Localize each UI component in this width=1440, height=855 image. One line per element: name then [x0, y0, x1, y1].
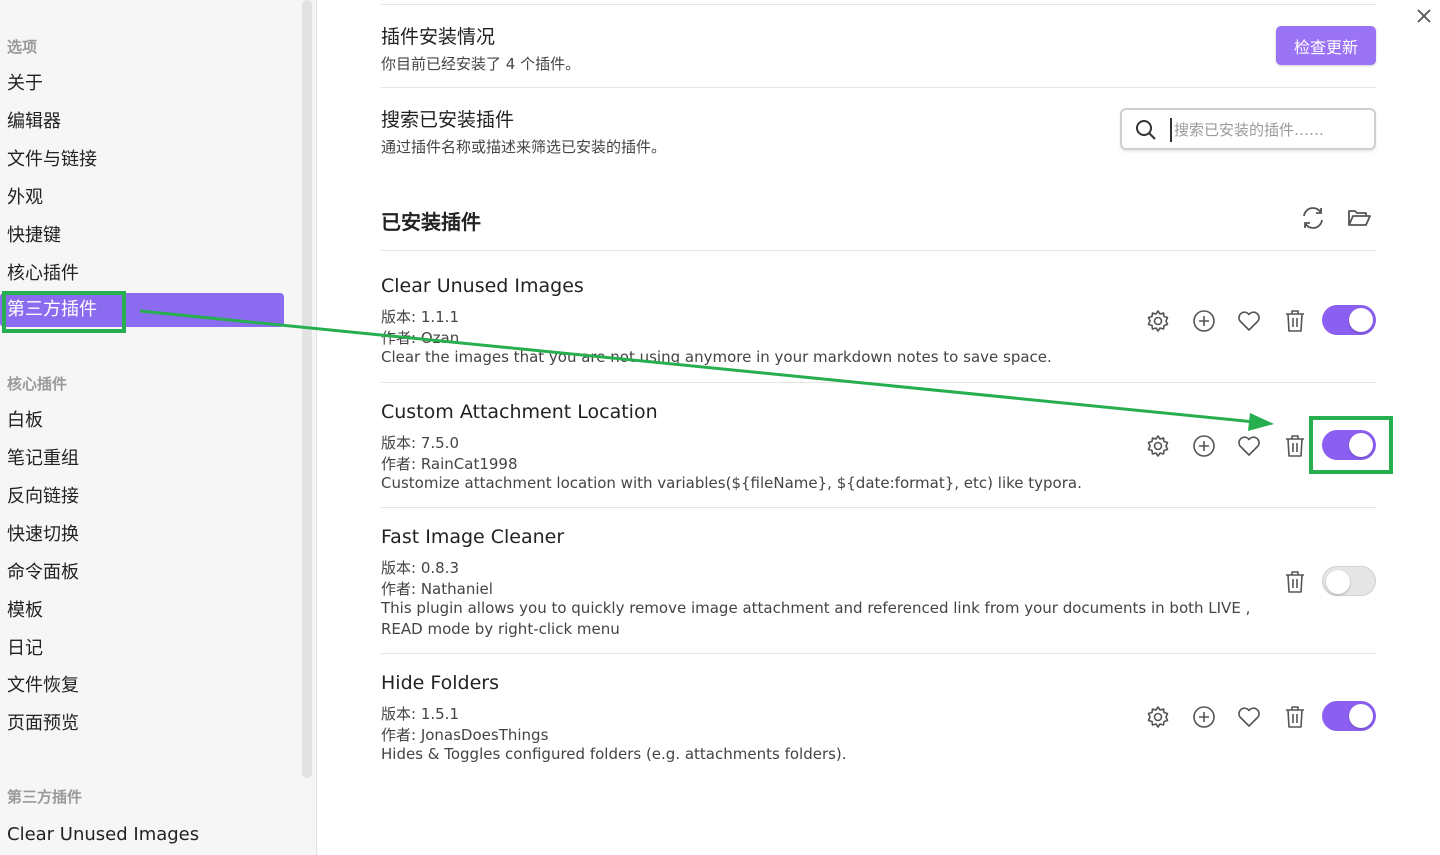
search-icon [1135, 119, 1157, 145]
trash-icon[interactable] [1282, 308, 1308, 334]
plus-circle-icon[interactable] [1191, 433, 1217, 459]
plugin-name: Hide Folders [381, 672, 499, 694]
trash-icon[interactable] [1282, 569, 1308, 595]
heart-icon[interactable] [1236, 433, 1262, 459]
trash-icon[interactable] [1282, 704, 1308, 730]
plugin-author: 作者: Nathaniel [381, 580, 493, 598]
divider [381, 507, 1376, 508]
plugin-version: 版本: 7.5.0 [381, 434, 459, 452]
sidebar-scrollbar[interactable] [302, 0, 312, 778]
plus-circle-icon[interactable] [1191, 308, 1217, 334]
refresh-icon[interactable] [1300, 205, 1326, 231]
gear-icon[interactable] [1145, 308, 1171, 334]
heart-icon[interactable] [1236, 704, 1262, 730]
annotation-highlight-toggle [1309, 416, 1393, 474]
install-status-desc: 你目前已经安装了 4 个插件。 [381, 55, 581, 73]
sidebar-item-templates[interactable]: 模板 [0, 594, 284, 628]
search-installed-title: 搜索已安装插件 [381, 109, 515, 131]
sidebar-item-backlinks[interactable]: 反向链接 [0, 480, 284, 514]
plugin-description: Clear the images that you are not using … [381, 348, 1052, 366]
sidebar-item-hotkeys[interactable]: 快捷键 [0, 219, 284, 253]
divider [381, 4, 1376, 5]
section-heading-options: 选项 [7, 38, 38, 56]
sidebar-item-editor[interactable]: 编辑器 [0, 105, 284, 139]
plugin-description: Hides & Toggles configured folders (e.g.… [381, 745, 847, 763]
sidebar-item-appearance[interactable]: 外观 [0, 181, 284, 215]
plugin-version: 版本: 0.8.3 [381, 559, 459, 577]
plugin-description: Customize attachment location with varia… [381, 474, 1082, 492]
trash-icon[interactable] [1282, 433, 1308, 459]
install-status-title: 插件安装情况 [381, 26, 496, 48]
divider [381, 382, 1376, 383]
toggle-knob [1349, 704, 1373, 728]
sidebar-item-canvas[interactable]: 白板 [0, 404, 284, 438]
plugin-name: Fast Image Cleaner [381, 526, 565, 548]
gear-icon[interactable] [1145, 433, 1171, 459]
annotation-highlight-sidebar [2, 291, 126, 333]
divider [381, 250, 1376, 251]
sidebar-item-daily-notes[interactable]: 日记 [0, 632, 284, 666]
plugin-enable-toggle[interactable] [1322, 566, 1376, 596]
folder-open-icon[interactable] [1346, 205, 1372, 231]
sidebar-item-files-links[interactable]: 文件与链接 [0, 143, 284, 177]
search-installed-input[interactable] [1170, 118, 1371, 142]
divider [381, 653, 1376, 654]
search-installed-desc: 通过插件名称或描述来筛选已安装的插件。 [381, 138, 667, 156]
heart-icon[interactable] [1236, 308, 1262, 334]
toggle-knob [1349, 308, 1373, 332]
sidebar-item-note-composer[interactable]: 笔记重组 [0, 442, 284, 476]
plugin-author: 作者: Ozan [381, 329, 460, 347]
plugin-name: Clear Unused Images [381, 275, 584, 297]
section-heading-community-plugins: 第三方插件 [7, 788, 83, 806]
plugin-name: Custom Attachment Location [381, 401, 658, 423]
plugin-version: 版本: 1.1.1 [381, 308, 459, 326]
plugin-enable-toggle[interactable] [1322, 701, 1376, 731]
check-updates-button[interactable]: 检查更新 [1276, 26, 1376, 65]
plugin-version: 版本: 1.5.1 [381, 705, 459, 723]
plus-circle-icon[interactable] [1191, 704, 1217, 730]
plugin-description-continued: READ mode by right-click menu [381, 620, 620, 638]
search-installed-box [1120, 108, 1376, 150]
gear-icon[interactable] [1145, 704, 1171, 730]
section-heading-core-plugins: 核心插件 [7, 375, 68, 393]
installed-plugins-heading: 已安装插件 [381, 210, 481, 234]
sidebar-item-clear-unused-images[interactable]: Clear Unused Images [0, 818, 284, 852]
sidebar-item-core-plugins[interactable]: 核心插件 [0, 257, 284, 291]
sidebar-item-file-recovery[interactable]: 文件恢复 [0, 669, 284, 703]
plugin-author: 作者: JonasDoesThings [381, 726, 549, 744]
sidebar-item-page-preview[interactable]: 页面预览 [0, 707, 284, 741]
sidebar-item-about[interactable]: 关于 [0, 67, 284, 101]
close-icon[interactable] [1414, 6, 1434, 26]
settings-sidebar: 选项 关于 编辑器 文件与链接 外观 快捷键 核心插件 第三方插件 核心插件 白… [0, 0, 317, 855]
divider [381, 87, 1376, 88]
plugin-author: 作者: RainCat1998 [381, 455, 518, 473]
plugin-description: This plugin allows you to quickly remove… [381, 599, 1251, 617]
toggle-knob [1326, 570, 1350, 594]
sidebar-item-command-palette[interactable]: 命令面板 [0, 556, 284, 590]
sidebar-item-quick-switcher[interactable]: 快速切换 [0, 518, 284, 552]
plugin-enable-toggle[interactable] [1322, 305, 1376, 335]
